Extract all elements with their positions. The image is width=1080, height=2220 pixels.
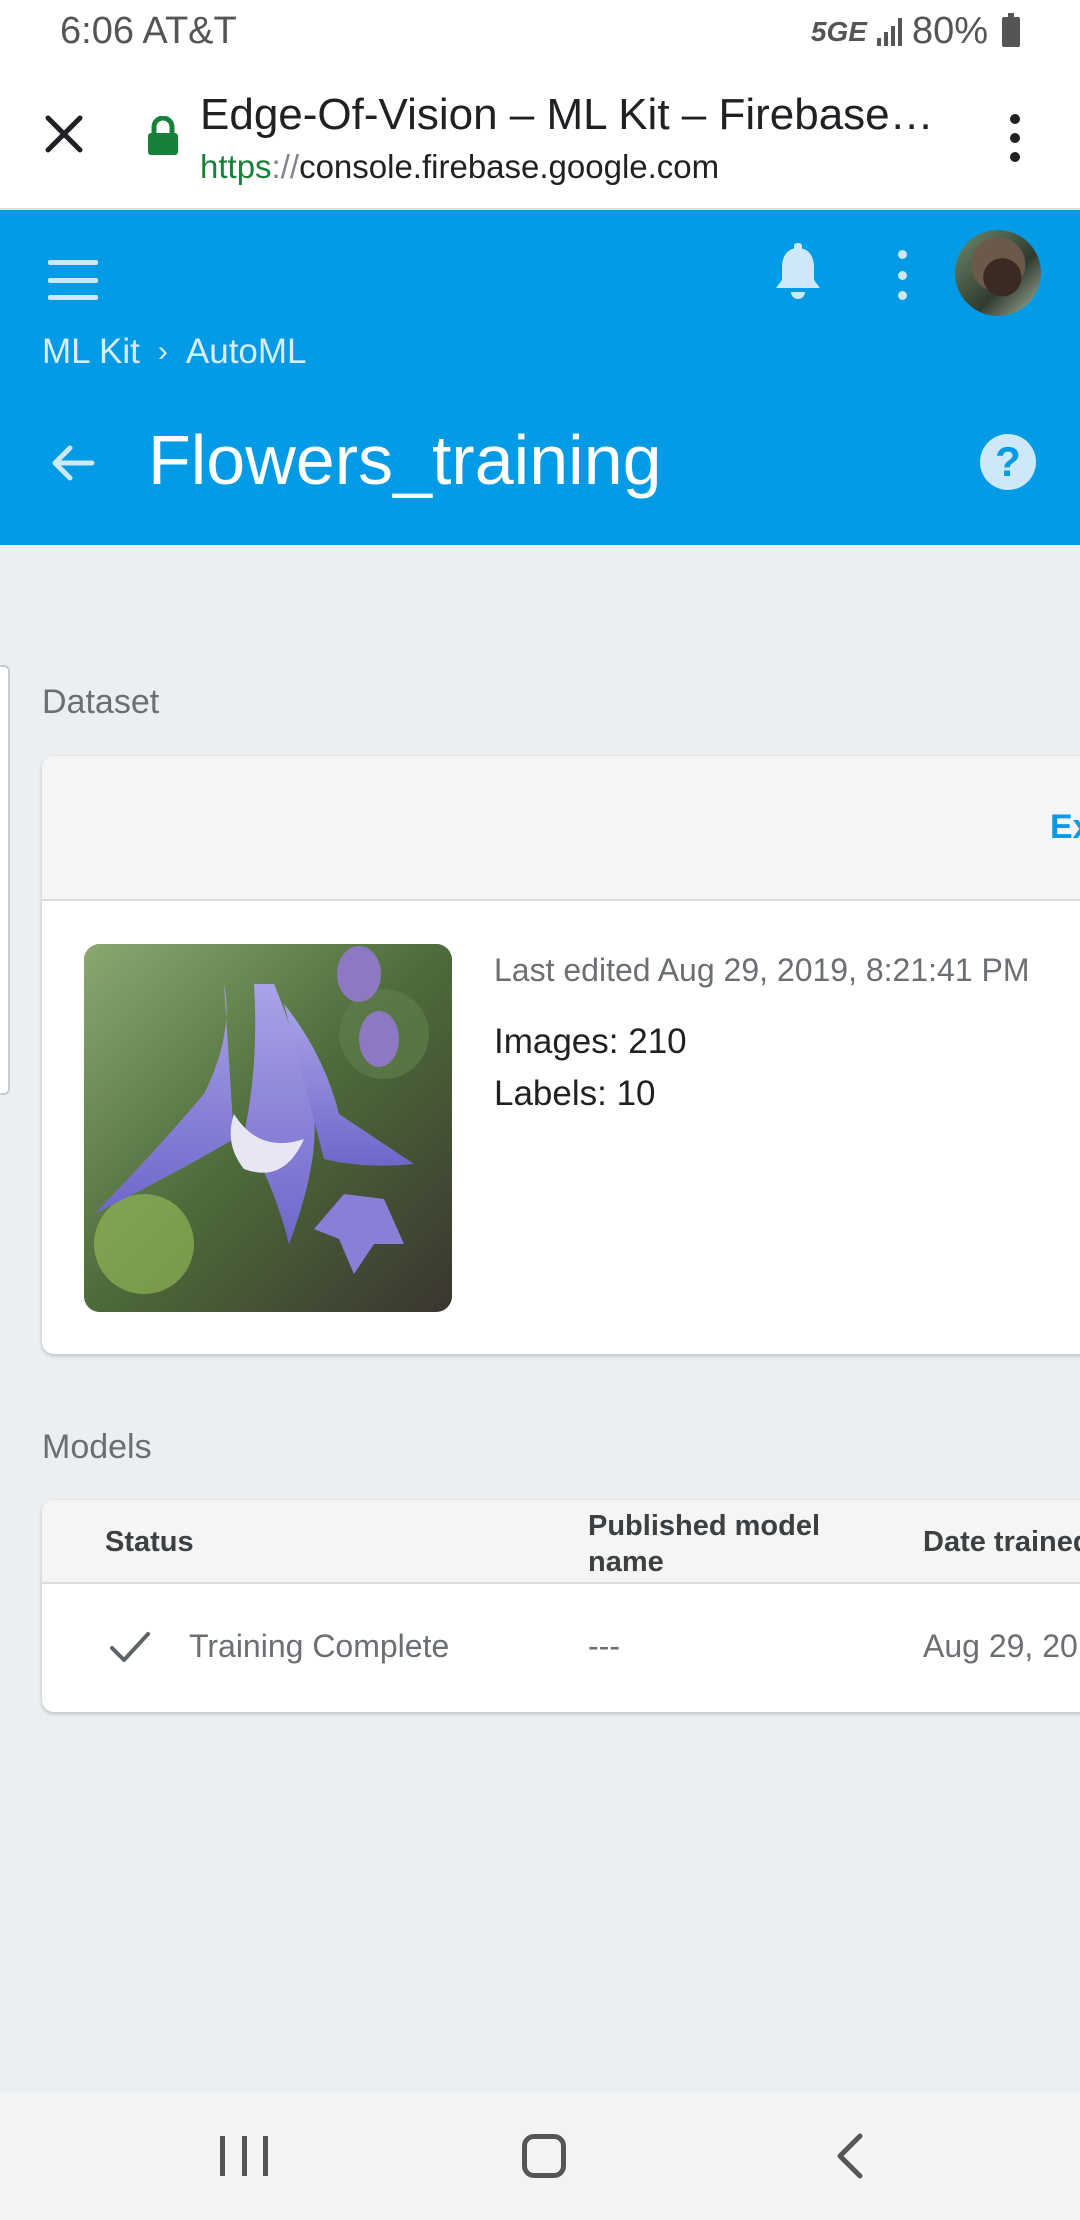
battery-percent: 80% [911, 10, 988, 52]
help-icon[interactable]: ? [980, 434, 1036, 490]
row-published-model-name: --- [588, 1628, 620, 1664]
dataset-thumbnail[interactable] [84, 944, 452, 1312]
bell-icon[interactable] [770, 242, 826, 302]
battery-icon [1002, 12, 1020, 47]
dataset-card-toolbar: Ex [42, 756, 1080, 901]
url-separator: :// [271, 148, 300, 185]
dataset-heading: Dataset [42, 683, 160, 721]
avatar[interactable] [955, 230, 1041, 316]
breadcrumb-item-automl[interactable]: AutoML [186, 332, 307, 372]
url-display[interactable]: https://console.firebase.google.com [200, 148, 719, 186]
status-indicators: 5GE 80% [811, 10, 1020, 53]
row-date-trained: Aug 29, 20 [923, 1628, 1078, 1664]
column-header-published-model-name: Published model name [588, 1510, 821, 1578]
signal-icon [876, 17, 902, 46]
breadcrumb: ML Kit › AutoML [42, 332, 307, 372]
arrow-back-icon[interactable] [48, 438, 98, 488]
labels-count: Labels: 10 [494, 1074, 656, 1113]
browser-toolbar: Edge-Of-Vision – ML Kit – Firebase… http… [0, 68, 1080, 210]
app-header: ML Kit › AutoML Flowers_training ? [0, 210, 1080, 545]
page-title-browser[interactable]: Edge-Of-Vision – ML Kit – Firebase… [200, 90, 960, 140]
models-heading: Models [42, 1428, 152, 1466]
side-panel-edge[interactable] [0, 665, 10, 1095]
url-host: console.firebase.google.com [299, 148, 720, 185]
more-vert-icon[interactable] [990, 108, 1040, 168]
table-header: Status Published model name Date trained [42, 1500, 1080, 1584]
dataset-action-link[interactable]: Ex [1050, 808, 1080, 847]
page-title: Flowers_training [148, 421, 662, 499]
recents-icon[interactable] [220, 2136, 268, 2176]
url-scheme: https [200, 148, 272, 185]
column-header-date-trained: Date trained [923, 1526, 1080, 1558]
row-status: Training Complete [189, 1628, 450, 1664]
back-icon[interactable] [828, 2132, 872, 2180]
breadcrumb-item-ml-kit[interactable]: ML Kit [42, 332, 140, 372]
network-type: 5GE [810, 15, 867, 47]
chevron-right-icon: › [157, 335, 168, 368]
last-edited-text: Last edited Aug 29, 2019, 8:21:41 PM [494, 952, 1030, 988]
menu-icon[interactable] [48, 260, 98, 300]
home-icon[interactable] [522, 2134, 566, 2178]
status-time: 6:06 AT&T [60, 10, 237, 52]
more-vert-icon[interactable] [890, 250, 914, 300]
images-count: Images: 210 [494, 1022, 687, 1061]
column-header-status: Status [105, 1526, 194, 1558]
status-bar: 6:06 AT&T 5GE 80% [0, 0, 1080, 68]
lock-icon [146, 115, 180, 156]
dataset-card: Ex L [42, 756, 1080, 1354]
table-row[interactable]: Training Complete --- Aug 29, 20 [42, 1586, 1080, 1712]
close-icon[interactable] [34, 104, 94, 164]
models-table: Status Published model name Date trained… [42, 1500, 1080, 1712]
check-icon [108, 1628, 152, 1668]
system-nav-bar [0, 2092, 1080, 2220]
